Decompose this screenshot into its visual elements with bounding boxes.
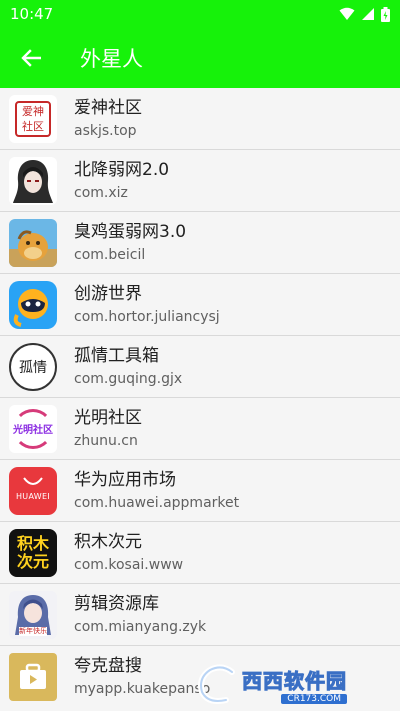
app-package: com.hortor.juliancysj [74,308,220,325]
icon-label: 爱神 [22,104,44,118]
app-package: com.xiz [74,184,128,201]
icon-label: 积木 [16,533,49,553]
list-item[interactable]: 北降弱网2.0 com.xiz [0,150,400,212]
app-package: com.guqing.gjx [74,370,183,387]
app-list: 爱神 社区 爱神社区 askjs.top 北降弱网2.0 com.xiz 臭鸡蛋… [0,88,400,708]
quark-briefcase-icon [9,653,57,701]
icon-label: 新年快乐 [19,626,47,635]
watermark-site: CR173.COM [281,693,347,704]
app-package: com.mianyang.zyk [74,618,207,635]
icon-label: HUAWEI [15,492,51,501]
app-name: 光明社区 [74,407,142,428]
watermark-brand: 西西软件园 [242,668,347,693]
app-package: com.huawei.appmarket [74,494,240,511]
icon-label: 孤情 [19,359,47,376]
app-package: com.kosai.www [74,556,184,573]
hooded-figure-icon [9,156,57,205]
app-package: askjs.top [74,122,137,139]
list-item[interactable]: 孤情 孤情工具箱 com.guqing.gjx [0,336,400,398]
app-package: zhunu.cn [74,432,138,449]
status-icons [339,6,390,22]
battery-icon [381,6,390,22]
app-name: 积木次元 [74,531,142,552]
app-package: com.beicil [74,246,146,263]
cartoon-character-icon [9,218,57,267]
list-item[interactable]: 爱神 社区 爱神社区 askjs.top [0,88,400,150]
icon-label: 次元 [16,551,49,571]
guangming-logo-icon: 光明社区 [9,404,57,453]
site-watermark: 西西软件园 CR173.COM [196,662,396,706]
app-name: 华为应用市场 [74,469,176,490]
page-title: 外星人 [80,47,143,71]
huawei-appgallery-icon: HUAWEI [9,466,57,515]
anime-girl-icon: 新年快乐 [9,590,57,639]
app-bar: 外星人 [0,28,400,88]
status-bar: 10:47 [0,0,400,28]
back-button[interactable] [0,28,62,88]
arrow-left-icon [21,49,41,67]
status-time: 10:47 [10,5,54,23]
aishen-seal-icon: 爱神 社区 [9,94,57,143]
app-name: 夸克盘搜 [74,656,142,676]
app-name: 创游世界 [74,283,142,304]
chuangyou-robot-icon [9,280,57,329]
cr-logo-icon [198,664,235,704]
list-item[interactable]: 积木 次元 积木次元 com.kosai.www [0,522,400,584]
icon-label: 光明社区 [13,425,53,436]
list-item[interactable]: 创游世界 com.hortor.juliancysj [0,274,400,336]
app-name: 爱神社区 [74,97,142,118]
icon-label: 社区 [22,119,44,133]
signal-icon [362,8,374,20]
list-item[interactable]: HUAWEI 华为应用市场 com.huawei.appmarket [0,460,400,522]
list-item[interactable]: 臭鸡蛋弱网3.0 com.beicil [0,212,400,274]
app-name: 孤情工具箱 [74,345,159,366]
guqing-calligraphy-icon: 孤情 [9,342,57,391]
app-name: 剪辑资源库 [74,593,159,614]
jimu-logo-icon: 积木 次元 [9,528,57,577]
app-name: 臭鸡蛋弱网3.0 [74,221,187,242]
app-name: 北降弱网2.0 [74,159,170,180]
wifi-icon [339,7,355,20]
list-item[interactable]: 新年快乐 剪辑资源库 com.mianyang.zyk [0,584,400,646]
list-item[interactable]: 光明社区 光明社区 zhunu.cn [0,398,400,460]
app-package: myapp.kuakepanso [74,681,211,697]
